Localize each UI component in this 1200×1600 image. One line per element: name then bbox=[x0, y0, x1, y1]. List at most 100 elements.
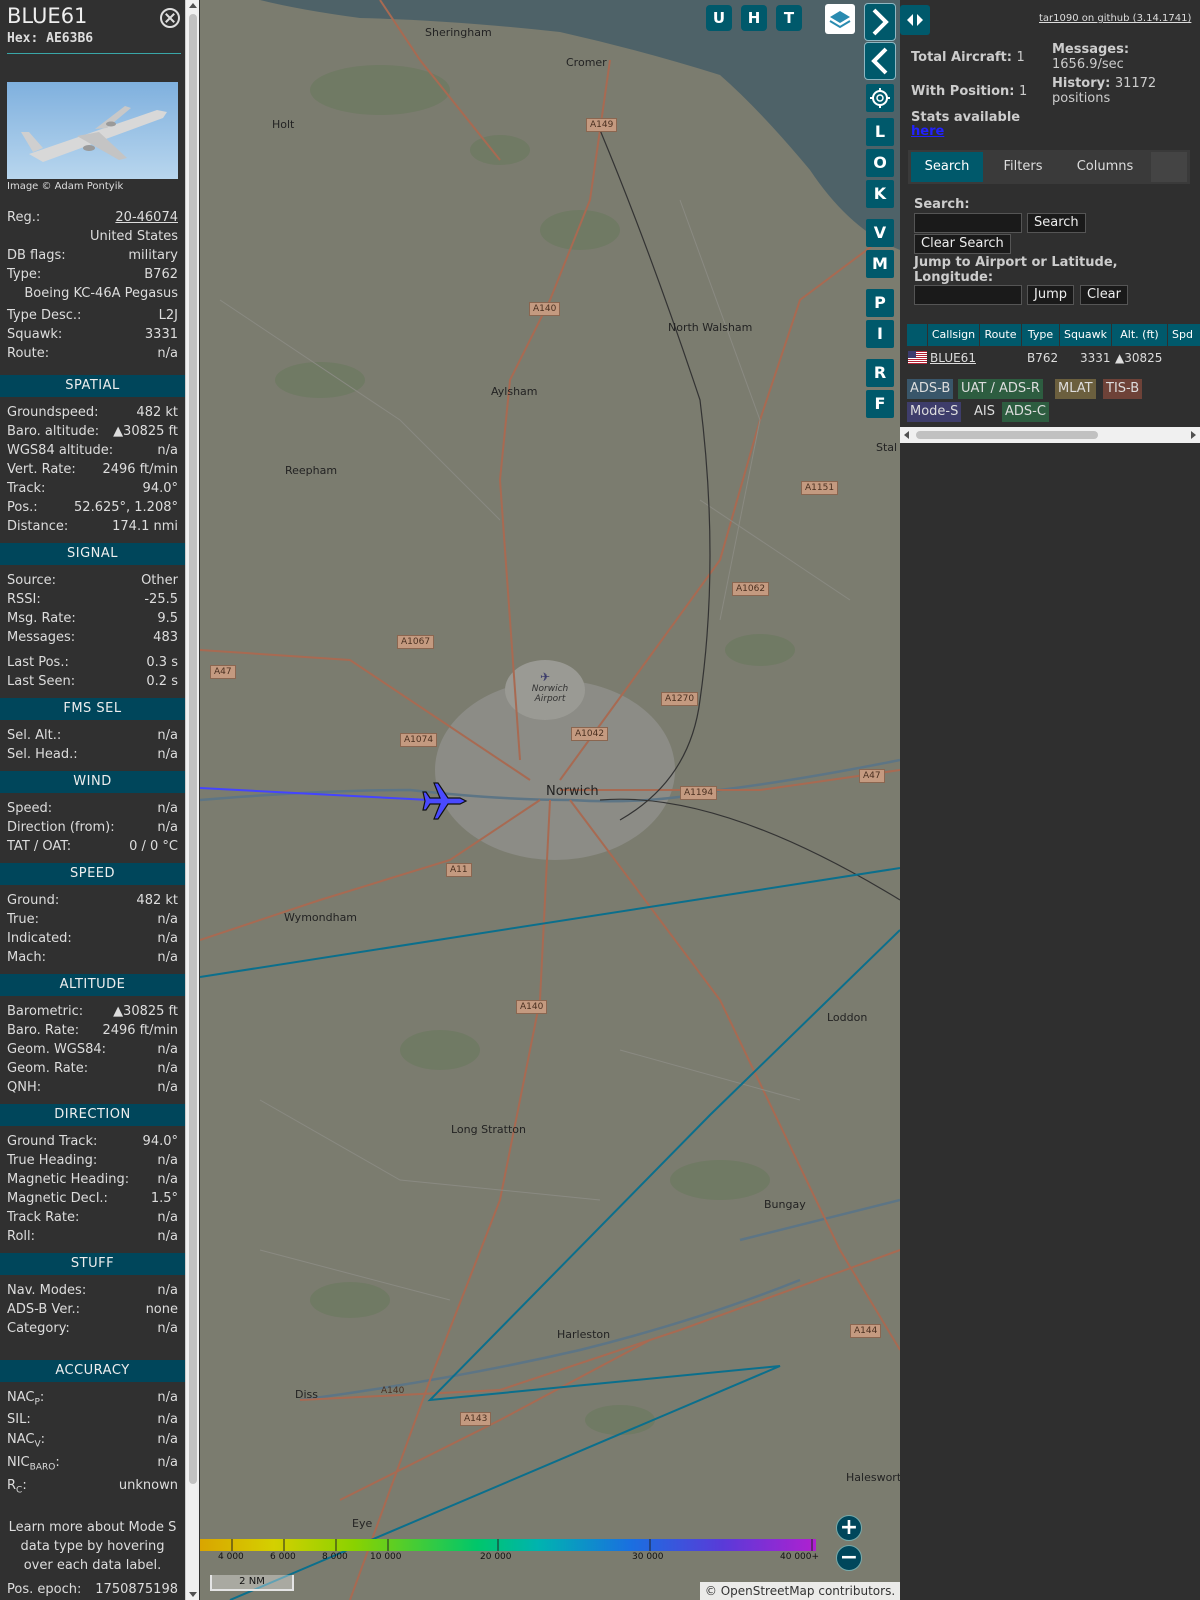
rssi-row: RSSI: -25.5 bbox=[7, 592, 178, 610]
info-panel-scrollbar[interactable] bbox=[185, 0, 199, 1600]
col-flag[interactable] bbox=[907, 324, 928, 346]
collapse-left-arrow-icon[interactable] bbox=[864, 42, 896, 80]
stats-here-link[interactable]: here bbox=[911, 124, 944, 139]
msg-rate-value: 9.5 bbox=[157, 611, 178, 626]
source-ais[interactable]: AIS bbox=[971, 402, 998, 422]
col-altitude[interactable]: Alt. (ft) bbox=[1112, 324, 1168, 346]
col-squawk[interactable]: Squawk bbox=[1060, 324, 1112, 346]
scroll-left-arrow[interactable] bbox=[904, 431, 909, 439]
place-harleston: Harleston bbox=[557, 1328, 611, 1341]
aircraft-marker-icon[interactable] bbox=[422, 779, 468, 823]
tab-columns[interactable]: Columns bbox=[1063, 152, 1147, 182]
jump-input[interactable] bbox=[914, 285, 1022, 305]
toggle-k-button[interactable]: K bbox=[866, 180, 894, 208]
baro-alt-label: Baro. altitude: bbox=[7, 424, 100, 439]
section-wind: WIND bbox=[0, 771, 185, 793]
track-rate-value: n/a bbox=[157, 1210, 178, 1225]
tab-search[interactable]: Search bbox=[911, 152, 983, 182]
clear-search-button[interactable]: Clear Search bbox=[914, 234, 1011, 254]
tab-extra[interactable] bbox=[1151, 152, 1187, 182]
aircraft-callsign: BLUE61 bbox=[7, 4, 88, 28]
road-a1194: A1194 bbox=[680, 786, 718, 800]
source-adsb[interactable]: ADS-B bbox=[907, 379, 954, 399]
github-link[interactable]: tar1090 on github (3.14.1741) bbox=[1039, 13, 1191, 24]
expand-right-arrow-icon[interactable] bbox=[864, 3, 896, 41]
nacp-value: n/a bbox=[157, 1390, 178, 1405]
osm-link[interactable]: OpenStreetMap bbox=[721, 1584, 815, 1598]
toggle-l-button[interactable]: L bbox=[866, 118, 894, 146]
scroll-right-arrow[interactable] bbox=[1191, 431, 1196, 439]
toggle-r-button[interactable]: R bbox=[866, 359, 894, 387]
source-mlat[interactable]: MLAT bbox=[1055, 379, 1096, 399]
col-speed[interactable]: Spd bbox=[1168, 324, 1200, 346]
toggle-o-button[interactable]: O bbox=[866, 149, 894, 177]
adsb-ver-label: ADS-B Ver.: bbox=[7, 1302, 80, 1317]
source-label: Source: bbox=[7, 573, 57, 588]
type-row: Type: B762 bbox=[7, 267, 178, 285]
aircraft-hex: Hex: AE63B6 bbox=[7, 31, 93, 46]
nav-modes-label: Nav. Modes: bbox=[7, 1283, 87, 1298]
zoom-out-button[interactable]: − bbox=[836, 1545, 862, 1571]
col-type[interactable]: Type bbox=[1022, 324, 1060, 346]
toggle-v-button[interactable]: V bbox=[866, 219, 894, 247]
toggle-h-button[interactable]: H bbox=[741, 5, 767, 31]
source-uat-adsr[interactable]: UAT / ADS-R bbox=[958, 379, 1043, 399]
baro-rate-row: Baro. Rate: 2496 ft/min bbox=[7, 1023, 178, 1041]
route-value: n/a bbox=[157, 346, 178, 361]
true-heading-value: n/a bbox=[157, 1153, 178, 1168]
source-adsc[interactable]: ADS-C bbox=[1002, 402, 1049, 422]
toggle-f-button[interactable]: F bbox=[866, 390, 894, 418]
col-route[interactable]: Route bbox=[980, 324, 1022, 346]
route-label: Route: bbox=[7, 346, 50, 361]
vert-rate-row: Vert. Rate: 2496 ft/min bbox=[7, 462, 178, 480]
scroll-down-arrow[interactable] bbox=[189, 1592, 197, 1597]
scroll-thumb[interactable] bbox=[189, 14, 197, 1484]
road-a1151: A1151 bbox=[801, 481, 839, 495]
place-stalham: Stal bbox=[876, 441, 898, 454]
nacv-row: NACV: n/a bbox=[7, 1432, 178, 1450]
place-wymondham: Wymondham bbox=[284, 911, 358, 924]
search-input[interactable] bbox=[914, 213, 1022, 233]
clear-jump-button[interactable]: Clear bbox=[1080, 285, 1128, 305]
settings-gear-icon[interactable] bbox=[866, 84, 894, 112]
table-horizontal-scrollbar[interactable] bbox=[900, 427, 1200, 443]
road-a140-north: A140 bbox=[529, 302, 561, 316]
toggle-i-button[interactable]: I bbox=[866, 320, 894, 348]
tab-filters[interactable]: Filters bbox=[987, 152, 1059, 182]
toggle-u-button[interactable]: U bbox=[706, 5, 732, 31]
row-callsign-link[interactable]: BLUE61 bbox=[930, 349, 976, 367]
hscroll-thumb[interactable] bbox=[916, 431, 1098, 439]
source-mode-s[interactable]: Mode-S bbox=[907, 402, 962, 422]
toggle-t-button[interactable]: T bbox=[776, 5, 802, 31]
source-tisb[interactable]: TIS-B bbox=[1103, 379, 1143, 399]
jump-button[interactable]: Jump bbox=[1027, 285, 1074, 305]
nic-baro-row: NICBARO: n/a bbox=[7, 1455, 178, 1473]
toggle-p-button[interactable]: P bbox=[866, 289, 894, 317]
distance-row: Distance: 174.1 nmi bbox=[7, 519, 178, 537]
adsb-ver-row: ADS-B Ver.: none bbox=[7, 1302, 178, 1320]
geom-wgs-value: n/a bbox=[157, 1042, 178, 1057]
section-direction: DIRECTION bbox=[0, 1104, 185, 1126]
layers-icon[interactable] bbox=[825, 4, 855, 34]
row-altitude: ▲30825 bbox=[1115, 351, 1163, 365]
road-a47-east: A47 bbox=[859, 769, 885, 783]
search-button[interactable]: Search bbox=[1027, 213, 1086, 233]
distance-value: 174.1 nmi bbox=[112, 519, 178, 534]
wind-speed-row: Speed: n/a bbox=[7, 801, 178, 819]
aircraft-photo[interactable] bbox=[7, 82, 178, 179]
map-view[interactable]: Sheringham Cromer Holt North Walsham Ayl… bbox=[200, 0, 900, 1600]
close-info-button[interactable] bbox=[160, 8, 180, 28]
map-attribution: © OpenStreetMap contributors. bbox=[700, 1582, 900, 1600]
col-callsign[interactable]: Callsign bbox=[928, 324, 980, 346]
dbflags-label: DB flags: bbox=[7, 248, 66, 263]
indicated-speed-value: n/a bbox=[157, 931, 178, 946]
toggle-m-button[interactable]: M bbox=[866, 250, 894, 278]
nacp-label: NACP: bbox=[7, 1390, 45, 1408]
zoom-in-button[interactable]: + bbox=[836, 1515, 862, 1541]
mag-heading-value: n/a bbox=[157, 1172, 178, 1187]
scroll-up-arrow[interactable] bbox=[189, 3, 197, 8]
toggle-split-icon[interactable] bbox=[900, 5, 930, 35]
true-speed-row: True: n/a bbox=[7, 912, 178, 930]
reg-link[interactable]: 20-46074 bbox=[115, 210, 178, 225]
place-aylsham: Aylsham bbox=[491, 385, 538, 398]
